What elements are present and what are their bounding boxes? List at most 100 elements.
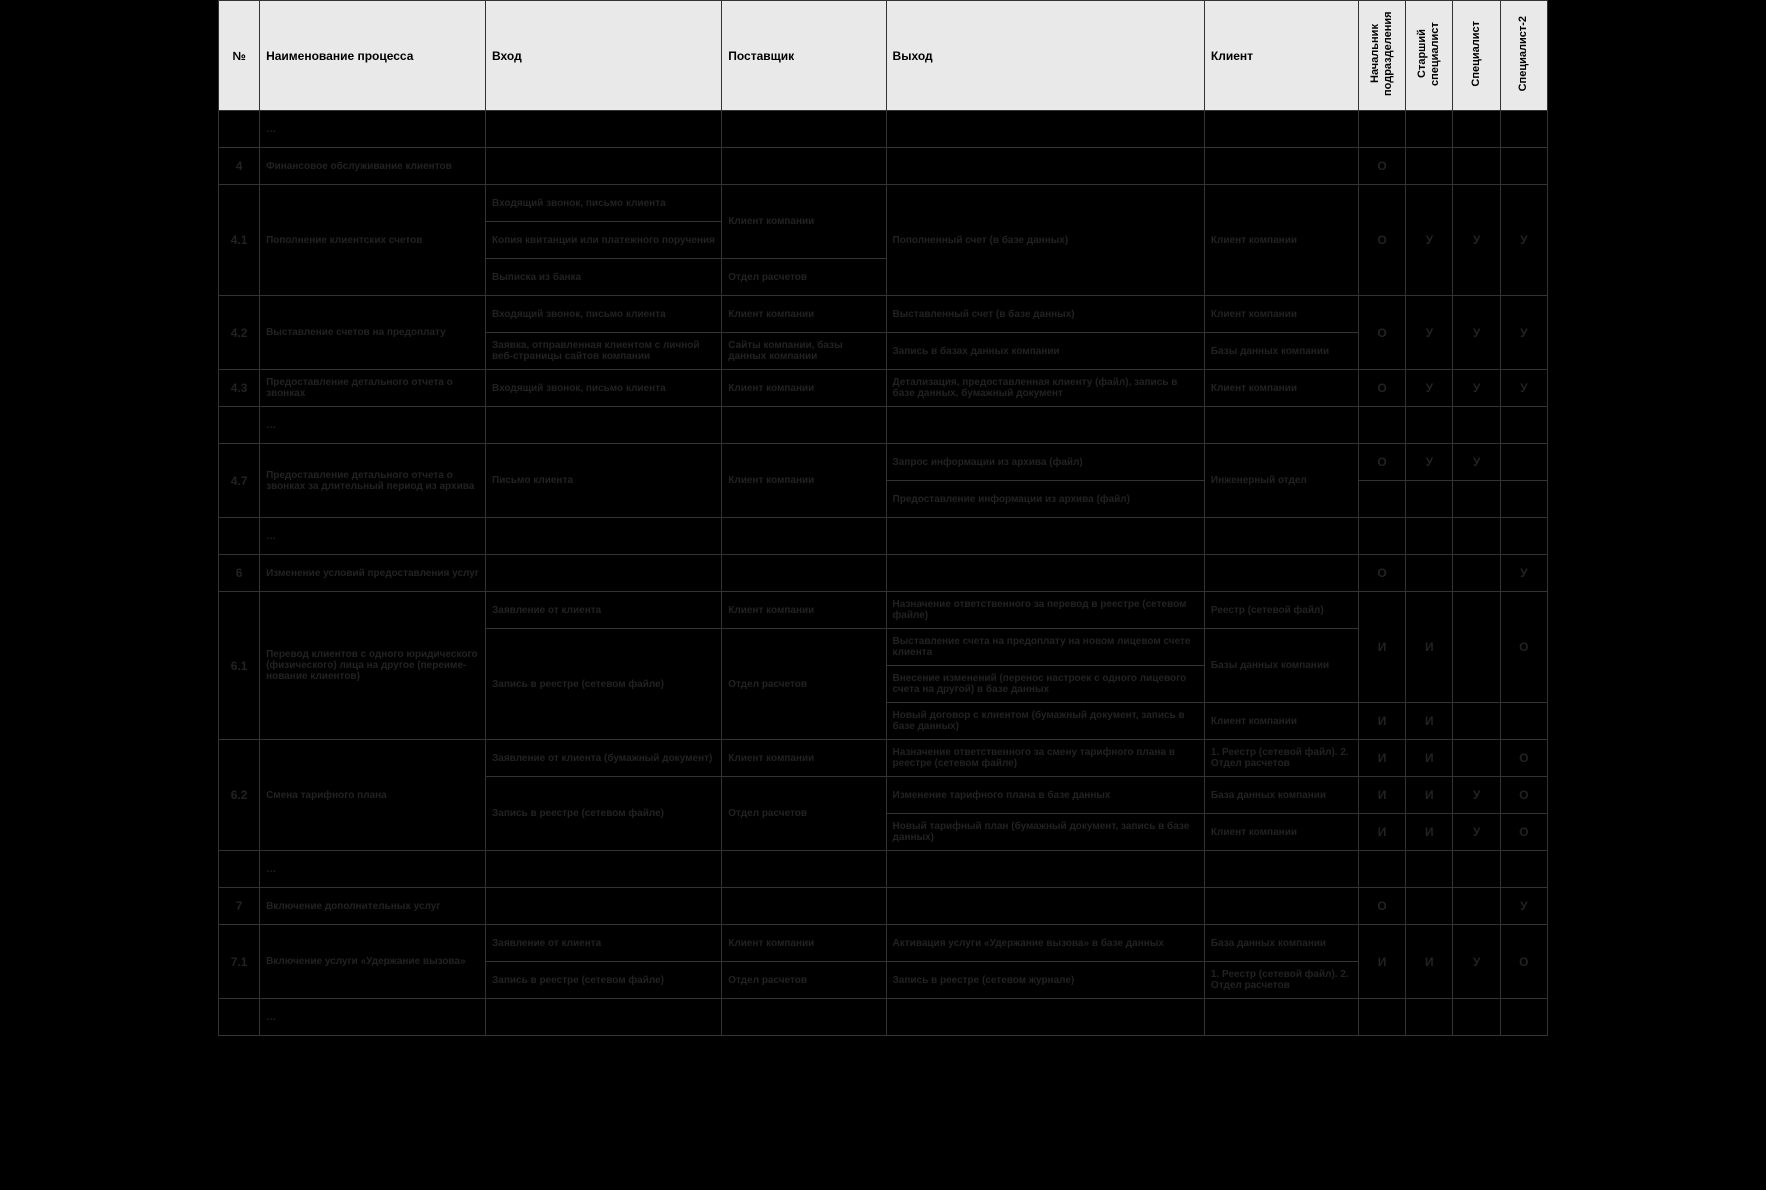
output-cell: Запрос информации из архива (файл) [886, 444, 1204, 481]
supplier-cell: Сайты компании, базы данных компании [722, 333, 886, 370]
output-cell: Запись в реестре (сетевом журнале) [886, 962, 1204, 999]
role-cell: О [1358, 148, 1405, 185]
table-row: 4.7 Предоставление детального отчета о з… [219, 444, 1548, 481]
row-num: 7 [219, 888, 260, 925]
output-cell: Новый договор с клиентом (бумажный докум… [886, 703, 1204, 740]
table-row: 6.2 Смена тарифного плана Заявление от к… [219, 740, 1548, 777]
output-cell: Детализация, предоставленная клиенту (фа… [886, 370, 1204, 407]
row-num: 6.2 [219, 740, 260, 851]
ellipsis-cell: … [260, 407, 486, 444]
role-cell: О [1358, 555, 1405, 592]
role-cell: У [1406, 296, 1453, 370]
input-cell: Заявление от клиента [486, 925, 722, 962]
table-row: … [219, 518, 1548, 555]
client-cell: Базы данных компании [1204, 629, 1358, 703]
col-role-3: Специалист [1453, 1, 1500, 111]
role-cell: О [1500, 592, 1547, 703]
table-row: 6.1 Перевод клиентов с одного юридическо… [219, 592, 1548, 629]
client-cell: Клиент компании [1204, 814, 1358, 851]
client-cell: Инженерный отдел [1204, 444, 1358, 518]
table-row: … [219, 999, 1548, 1036]
supplier-cell: Отдел расчетов [722, 259, 886, 296]
client-cell: 1. Реестр (сетевой файл). 2. Отдел расче… [1204, 962, 1358, 999]
role-cell: И [1358, 814, 1405, 851]
supplier-cell: Клиент компании [722, 925, 886, 962]
col-client: Клиент [1204, 1, 1358, 111]
role-cell: У [1453, 814, 1500, 851]
output-cell: Внесение изменений (перенос настроек с о… [886, 666, 1204, 703]
input-cell: Входящий звонок, письмо клиента [486, 370, 722, 407]
supplier-cell: Клиент компании [722, 370, 886, 407]
ellipsis-cell: … [260, 851, 486, 888]
role-cell: О [1358, 185, 1405, 296]
input-cell: Заявка, отправленная клиентом с личной в… [486, 333, 722, 370]
supplier-cell: Клиент компании [722, 185, 886, 259]
table-row: 4 Финансовое обслуживание клиентов О [219, 148, 1548, 185]
ellipsis-cell: … [260, 999, 486, 1036]
ellipsis-cell: … [260, 111, 486, 148]
role-cell: И [1406, 777, 1453, 814]
header-row: № Наименование процесса Вход Поставщик В… [219, 1, 1548, 111]
supplier-cell: Отдел расчетов [722, 629, 886, 740]
col-supplier: Поставщик [722, 1, 886, 111]
client-cell: Клиент компании [1204, 185, 1358, 296]
role-cell: И [1406, 814, 1453, 851]
client-cell: Базы данных компании [1204, 333, 1358, 370]
process-name: Перевод клиентов с одного юридического (… [260, 592, 486, 740]
col-role-1: Начальник подразделения [1358, 1, 1405, 111]
supplier-cell: Клиент компании [722, 444, 886, 518]
role-cell: И [1358, 703, 1405, 740]
client-cell: Клиент компании [1204, 703, 1358, 740]
role-cell: У [1453, 444, 1500, 481]
role-cell: У [1406, 444, 1453, 481]
role-cell: О [1358, 370, 1405, 407]
table-row: 4.1 Пополнение клиентских счетов Входящи… [219, 185, 1548, 222]
supplier-cell: Клиент компании [722, 296, 886, 333]
process-name: Включение дополнительных услуг [260, 888, 486, 925]
output-cell: Выставленный счет (в базе данных) [886, 296, 1204, 333]
output-cell: Активация услуги «Удержание вызова» в ба… [886, 925, 1204, 962]
role-cell: У [1406, 370, 1453, 407]
role-cell: У [1500, 296, 1547, 370]
role-cell: О [1358, 296, 1405, 370]
row-num: 4 [219, 148, 260, 185]
output-cell: Выставление счета на предоплату на новом… [886, 629, 1204, 666]
role-cell: И [1406, 740, 1453, 777]
output-cell: Назначение ответственного за смену тариф… [886, 740, 1204, 777]
output-cell: Назначение ответственного за перевод в р… [886, 592, 1204, 629]
col-input: Вход [486, 1, 722, 111]
table-row: … [219, 407, 1548, 444]
input-cell: Копия квитанции или платежного поручения [486, 222, 722, 259]
role-cell: У [1500, 370, 1547, 407]
process-name: Пополнение клиентских счетов [260, 185, 486, 296]
role-cell: У [1500, 555, 1547, 592]
process-name: Изменение условий предоставления услуг [260, 555, 486, 592]
role-cell: О [1358, 888, 1405, 925]
role-cell: И [1358, 925, 1405, 999]
input-cell: Письмо клиента [486, 444, 722, 518]
role-cell: У [1453, 370, 1500, 407]
client-cell: Клиент компании [1204, 370, 1358, 407]
role-cell: У [1453, 777, 1500, 814]
row-num: 4.3 [219, 370, 260, 407]
output-cell: Предоставление информации из архива (фай… [886, 481, 1204, 518]
supplier-cell: Отдел расчетов [722, 962, 886, 999]
role-cell: У [1406, 185, 1453, 296]
role-cell: И [1358, 777, 1405, 814]
input-cell: Заявление от клиента [486, 592, 722, 629]
table-row: 4.2 Выставление счетов на предоплату Вхо… [219, 296, 1548, 333]
input-cell: Выписка из банка [486, 259, 722, 296]
col-name: Наименование процесса [260, 1, 486, 111]
process-name: Предоставление детального отчета о звонк… [260, 370, 486, 407]
row-num: 4.1 [219, 185, 260, 296]
process-name: Выставление счетов на предоплату [260, 296, 486, 370]
row-num: 4.2 [219, 296, 260, 370]
table-row: 7.1 Включение услуги «Удержание вызова» … [219, 925, 1548, 962]
input-cell: Запись в реестре (сетевом файле) [486, 629, 722, 740]
table-row: 4.3 Предоставление детального отчета о з… [219, 370, 1548, 407]
role-cell: У [1500, 185, 1547, 296]
client-cell: База данных компании [1204, 777, 1358, 814]
role-cell: У [1453, 925, 1500, 999]
input-cell: Входящий звонок, письмо клиента [486, 185, 722, 222]
client-cell: База данных компании [1204, 925, 1358, 962]
